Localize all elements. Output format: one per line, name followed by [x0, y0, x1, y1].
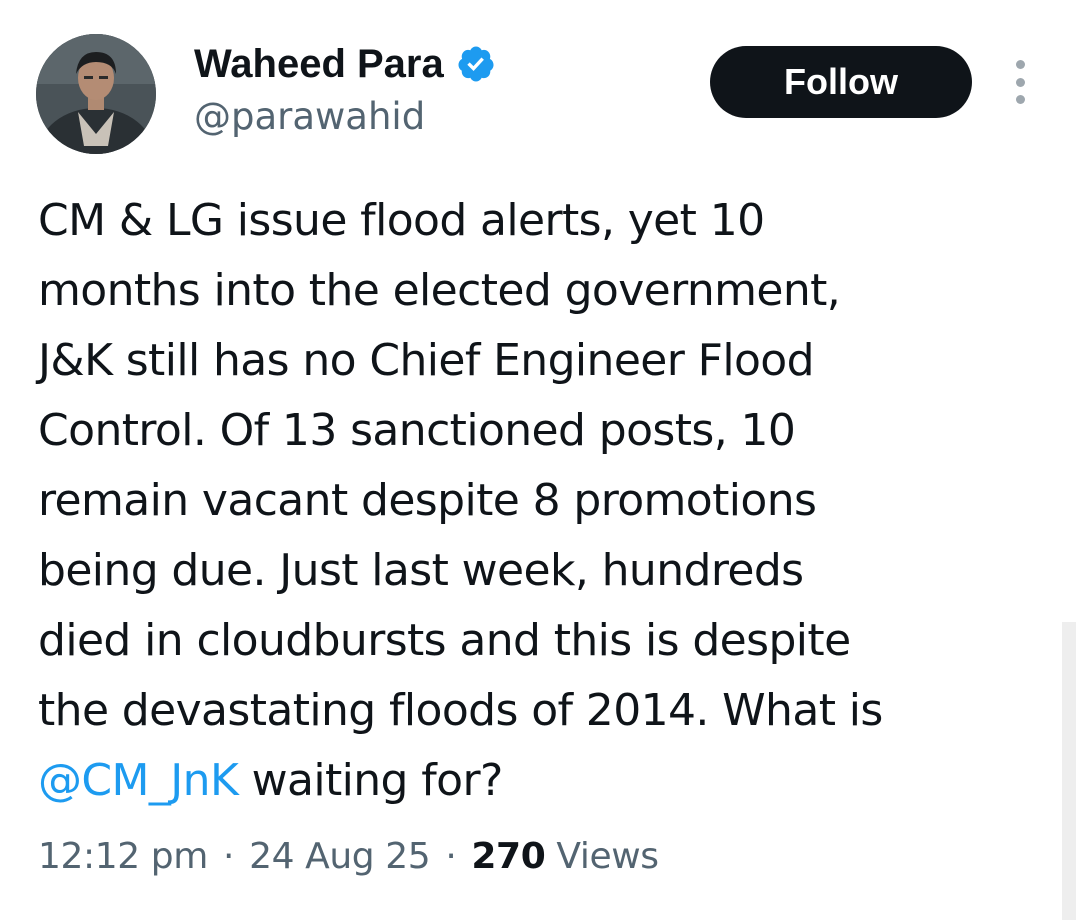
- tweet-text-line: remain vacant despite 8 promotions: [38, 475, 817, 526]
- meta-separator: ·: [222, 836, 235, 877]
- tweet-detail: Waheed Para @parawahid Follow CM & LG is…: [0, 0, 1080, 920]
- more-dot: [1015, 77, 1025, 87]
- tweet-meta: 12:12 pm · 24 Aug 25 · 270 Views: [38, 832, 659, 882]
- tweet-time[interactable]: 12:12 pm: [38, 836, 208, 877]
- verified-badge-icon: [456, 44, 496, 84]
- tweet-text-line: J&K still has no Chief Engineer Flood: [38, 335, 815, 386]
- follow-button[interactable]: Follow: [710, 46, 972, 118]
- views-count: 270: [471, 836, 546, 877]
- views-label: Views: [556, 836, 659, 877]
- profile-photo: [36, 34, 156, 154]
- more-dot: [1015, 60, 1025, 69]
- more-dot: [1015, 95, 1025, 104]
- tweet-text-line: died in cloudbursts and this is despite: [38, 615, 851, 666]
- tweet-text-line: CM & LG issue flood alerts, yet 10: [38, 195, 765, 246]
- tweet-date[interactable]: 24 Aug 25: [249, 836, 431, 877]
- tweet-text-line: being due. Just last week, hundreds: [38, 545, 804, 596]
- tweet-text-line: Control. Of 13 sanctioned posts, 10: [38, 405, 796, 456]
- meta-separator: ·: [445, 836, 457, 877]
- author-handle[interactable]: @parawahid: [194, 94, 425, 140]
- tweet-text-line: months into the elected government,: [38, 265, 841, 316]
- tweet-text-tail: waiting for?: [238, 755, 504, 806]
- more-vertical-icon[interactable]: [1006, 60, 1034, 104]
- tweet-text-line: the devastating floods of 2014. What is: [38, 685, 883, 736]
- tweet-text: CM & LG issue flood alerts, yet 10 month…: [38, 186, 1038, 816]
- author-display-name[interactable]: Waheed Para: [194, 40, 444, 88]
- mention-link[interactable]: @CM_JnK: [38, 755, 239, 806]
- author-name-row: Waheed Para: [194, 40, 496, 88]
- tweet-text-line-last: @CM_JnK waiting for?: [38, 746, 1038, 816]
- scrollbar[interactable]: [1062, 622, 1076, 920]
- avatar[interactable]: [36, 34, 156, 154]
